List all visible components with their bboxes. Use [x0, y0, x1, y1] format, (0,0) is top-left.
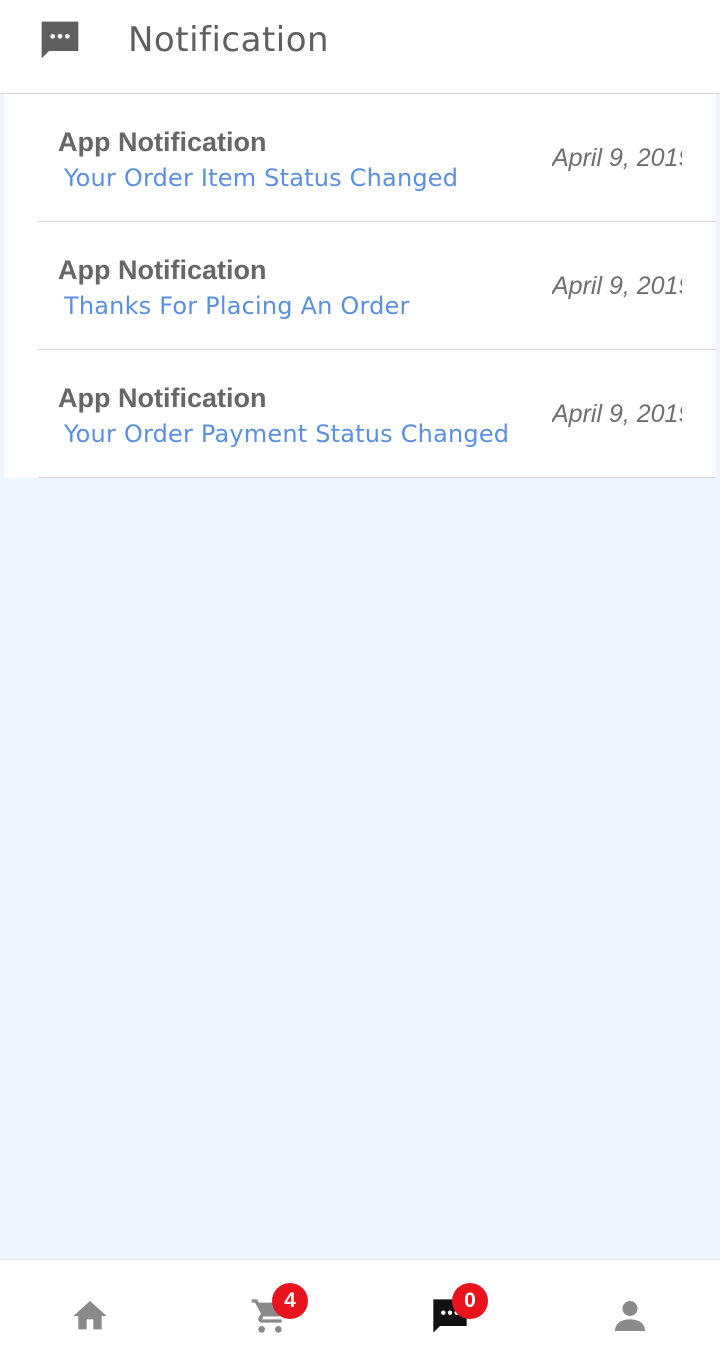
notification-date: April 9, 2019 [552, 400, 682, 428]
notification-list: App Notification Your Order Item Status … [4, 94, 716, 478]
cart-badge: 4 [272, 1283, 308, 1319]
chat-bubble-icon [41, 21, 79, 59]
notification-item[interactable]: App Notification Your Order Item Status … [4, 94, 716, 222]
app-root: Notification App Notification Your Order… [0, 0, 720, 1359]
nav-cart-button[interactable]: 4 [180, 1260, 360, 1359]
home-icon [73, 1301, 107, 1330]
person-icon [615, 1301, 645, 1331]
notification-date: April 9, 2019 [552, 144, 682, 172]
nav-notifications-button[interactable]: 0 [360, 1260, 540, 1359]
page-title: Notification [128, 20, 330, 60]
notification-item[interactable]: App Notification Your Order Payment Stat… [4, 350, 716, 478]
notification-title: App Notification [58, 255, 267, 285]
notification-title: App Notification [58, 127, 267, 157]
notification-title: App Notification [58, 383, 267, 413]
notifications-badge: 0 [452, 1283, 488, 1319]
nav-home-button[interactable] [0, 1260, 180, 1359]
notification-message: Your Order Payment Status Changed [64, 420, 510, 448]
divider [38, 477, 716, 478]
app-header: Notification [0, 0, 720, 94]
notification-item[interactable]: App Notification Thanks For Placing An O… [4, 222, 716, 350]
notification-message: Thanks For Placing An Order [64, 292, 410, 320]
notification-message: Your Order Item Status Changed [64, 164, 459, 192]
nav-profile-button[interactable] [540, 1260, 720, 1359]
bottom-nav: 4 0 [0, 1259, 720, 1359]
notification-date: April 9, 2019 [552, 272, 682, 300]
